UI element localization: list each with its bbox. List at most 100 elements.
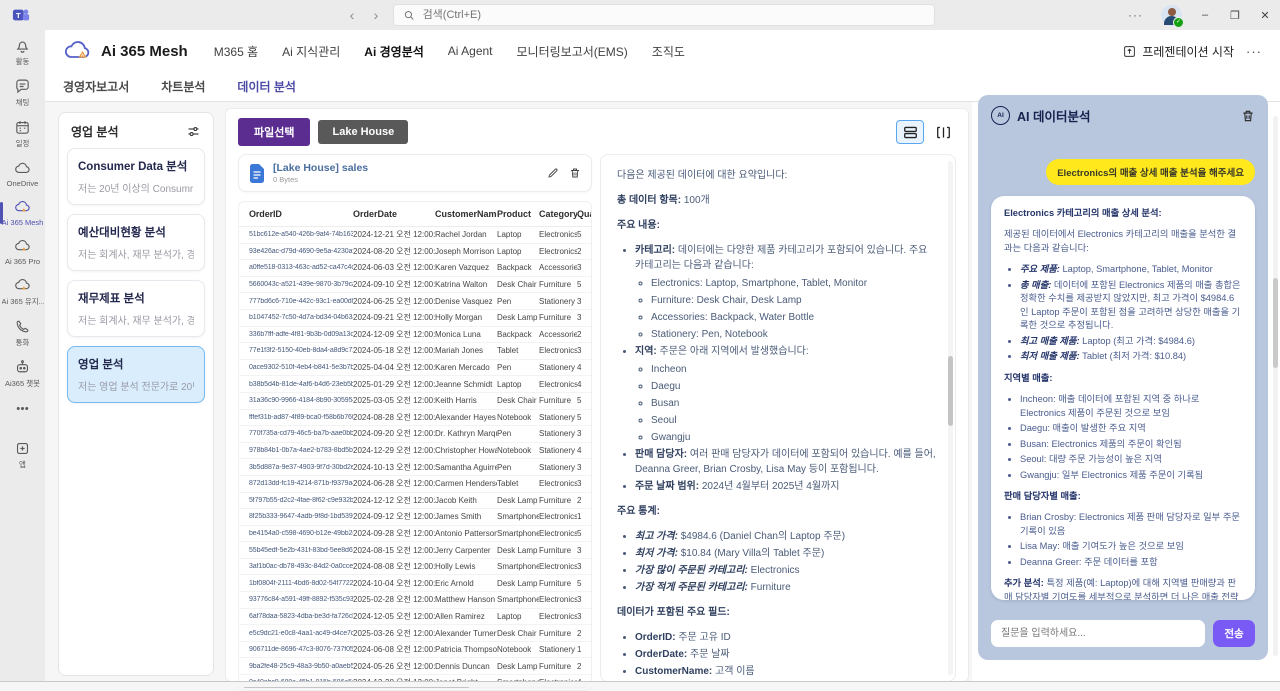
send-button[interactable]: 전송 [1213,620,1255,647]
summary-scrollbar[interactable] [948,161,953,675]
titlebar-more-icon[interactable]: ··· [1118,8,1153,22]
list-item: 최저 매출 제품: Tablet (최저 가격: $10.84) [1020,350,1242,363]
sidebar-item-consumer-data[interactable]: Consumer Data 분석저는 20년 이상의 Consumr D... [67,148,205,205]
nav-item-ai-business[interactable]: Ai 경영분석 [364,43,424,60]
table-cell: 2024-09-10 오전 12:00:00 [353,279,435,290]
table-cell: Holly Lewis [435,562,497,571]
svg-text:T: T [16,11,21,20]
rail-item-more[interactable] [0,395,45,423]
sidebar-item-financial-statements[interactable]: 재무제표 분석저는 회계사, 재무 분석가, 경영 컨... [67,280,205,337]
maximize-button[interactable]: ❐ [1220,0,1250,30]
question-input[interactable] [991,620,1205,647]
table-row: 55b45edf-5e2b-431f-83bd-5ee8d6229a5c2024… [239,542,591,559]
sidebar-item-list: Consumer Data 분석저는 20년 이상의 Consumr D... 예… [59,148,213,403]
rail-item-chat[interactable]: 채팅 [0,73,45,114]
table-cell: 2024-08-28 오전 12:00:00 [353,412,435,423]
forward-chevron-icon[interactable]: › [369,7,383,23]
table-cell: Electronics [539,612,577,621]
file-card[interactable]: [Lake House] sales 0 Bytes [238,154,592,192]
file-toolbar: 파일선택 Lake House [226,109,968,152]
clear-chat-button[interactable] [1241,109,1255,123]
rail-item-ai-365-mesh[interactable]: Ai 365 Mesh [0,194,45,233]
table-cell: 5 [577,413,592,422]
sidebar-item-budget-status[interactable]: 예산대비현황 분석저는 회계사, 재무 분석가, 경영 컨... [67,214,205,271]
table-cell: 2024-05-26 오전 12:00:00 [353,661,435,672]
table-cell: 2025-02-28 오전 12:00:00 [353,594,435,605]
cloud-app-icon [14,277,31,294]
rail-item-ai-365-pro[interactable]: Ai 365 Pro [0,233,45,272]
rail-item-ai365-chatbot[interactable]: Ai365 챗봇 [0,354,45,395]
filter-icon[interactable] [186,124,201,139]
ai-message-text: Electronics 카테고리의 매출 상세 분석:제공된 데이터에서 Ele… [1004,207,1242,600]
teams-logo-icon[interactable]: T [12,6,30,24]
rail-item-ai-365-maint[interactable]: Ai 365 유지... [0,272,45,313]
back-chevron-icon[interactable]: ‹ [345,7,359,23]
sidebar-item-sales-analysis[interactable]: 영업 분석저는 영업 분석 전문가로 20년 이상... [67,346,205,403]
layout-columns-toggle[interactable] [930,121,956,143]
table-cell: Stationery [539,463,577,472]
table-cell: Smartphone [497,562,539,571]
table-cell: 2024-12-09 오전 12:00:00 [353,329,435,340]
table-cell: Backpack [497,263,539,272]
table-cell: Carmen Henderson [435,479,497,488]
close-button[interactable]: ✕ [1250,0,1280,30]
rail-item-calendar[interactable]: 일정 [0,114,45,155]
table-cell: Allen Ramirez [435,612,497,621]
table-cell: Desk Chair [497,629,539,638]
nav-item-ai-agent[interactable]: Ai Agent [448,44,493,58]
layout-rows-toggle[interactable] [896,120,924,144]
table-cell: 2025-04-04 오전 12:00:00 [353,362,435,373]
table-row: a0ffe518-0313-463c-ad52-ca47c4c5c87f2024… [239,260,591,277]
avatar[interactable]: ✓ [1161,5,1182,26]
rail-item-label: Ai 365 Mesh [2,218,44,227]
rail-item-label: 활동 [16,56,30,67]
data-table-header: OrderIDOrderDateCustomerNameProductCateg… [239,202,591,227]
list-item: Seoul: 대량 주문 가능성이 높은 지역 [1020,453,1242,466]
rail-item-onedrive[interactable]: OneDrive [0,155,45,194]
table-cell: Desk Chair [497,396,539,405]
table-cell: 2025-03-05 오전 12:00:00 [353,395,435,406]
rail-item-calls[interactable]: 통화 [0,313,45,354]
table-cell: Furniture [539,496,577,505]
nav-item-org-chart[interactable]: 조직도 [652,43,685,60]
phone-icon [14,318,31,335]
list-item: 카테고리: 데이터에는 다양한 제품 카테고리가 포함되어 있습니다. 주요 카… [635,243,937,342]
ai-panel-title: AI 데이터분석 [1017,106,1090,125]
file-select-button[interactable]: 파일선택 [238,118,310,146]
table-cell: 2024-08-15 오전 12:00:00 [353,545,435,556]
tab-chart-analysis[interactable]: 차트분석 [161,78,205,95]
minimize-button[interactable]: – [1190,0,1220,30]
edit-icon[interactable] [547,167,559,179]
ai-message-bubble: Electronics 카테고리의 매출 상세 분석:제공된 데이터에서 Ele… [991,196,1255,600]
header-more-icon[interactable]: ··· [1246,44,1262,59]
lakehouse-button[interactable]: Lake House [318,120,408,144]
delete-icon[interactable] [569,167,581,179]
tab-exec-report[interactable]: 경영자보고서 [63,78,129,95]
nav-item-ai-knowledge[interactable]: Ai 지식관리 [282,43,340,60]
table-cell: Electronics [539,479,577,488]
table-cell: 2024-10-13 오전 12:00:00 [353,462,435,473]
text-block: 총 데이터 항목: 100개 [617,193,937,208]
ai-panel-scrollbar[interactable] [1273,116,1278,656]
text-block: 주요 내용: [617,218,937,233]
search-input[interactable] [421,8,924,22]
split-horizontal-icon [903,126,918,139]
table-row: 5660043c-a521-439e-9870-3b79cab083c82024… [239,277,591,294]
table-cell: Backpack [497,330,539,339]
column-header: Category [539,209,577,219]
text-block: 지역별 매출: [1004,372,1242,385]
rail-item-apps[interactable]: 앱 [0,435,45,476]
nav-item-m365-home[interactable]: M365 홈 [214,43,258,60]
table-cell: Stationery [539,645,577,654]
table-cell: 336b7fff-adfe-4f81-9b3b-0d09a13d9904 [239,331,353,338]
start-presentation-button[interactable]: 프레젠테이션 시작 [1123,43,1234,60]
rail-item-activity[interactable]: 활동 [0,32,45,73]
list-item: 최고 가격: $4984.6 (Daniel Chan의 Laptop 주문) [635,529,937,544]
sub-list-item: Busan [651,396,937,411]
search-box[interactable] [393,4,935,26]
data-table-body: 51bc612e-a540-426b-9af4-74b16397507a2024… [239,227,591,691]
table-cell: 5 [577,529,592,538]
tab-data-analysis[interactable]: 데이터 분석 [237,78,296,95]
table-cell: 2024-09-28 오전 12:00:00 [353,528,435,539]
nav-item-monitoring-ems[interactable]: 모니터링보고서(EMS) [517,43,628,60]
